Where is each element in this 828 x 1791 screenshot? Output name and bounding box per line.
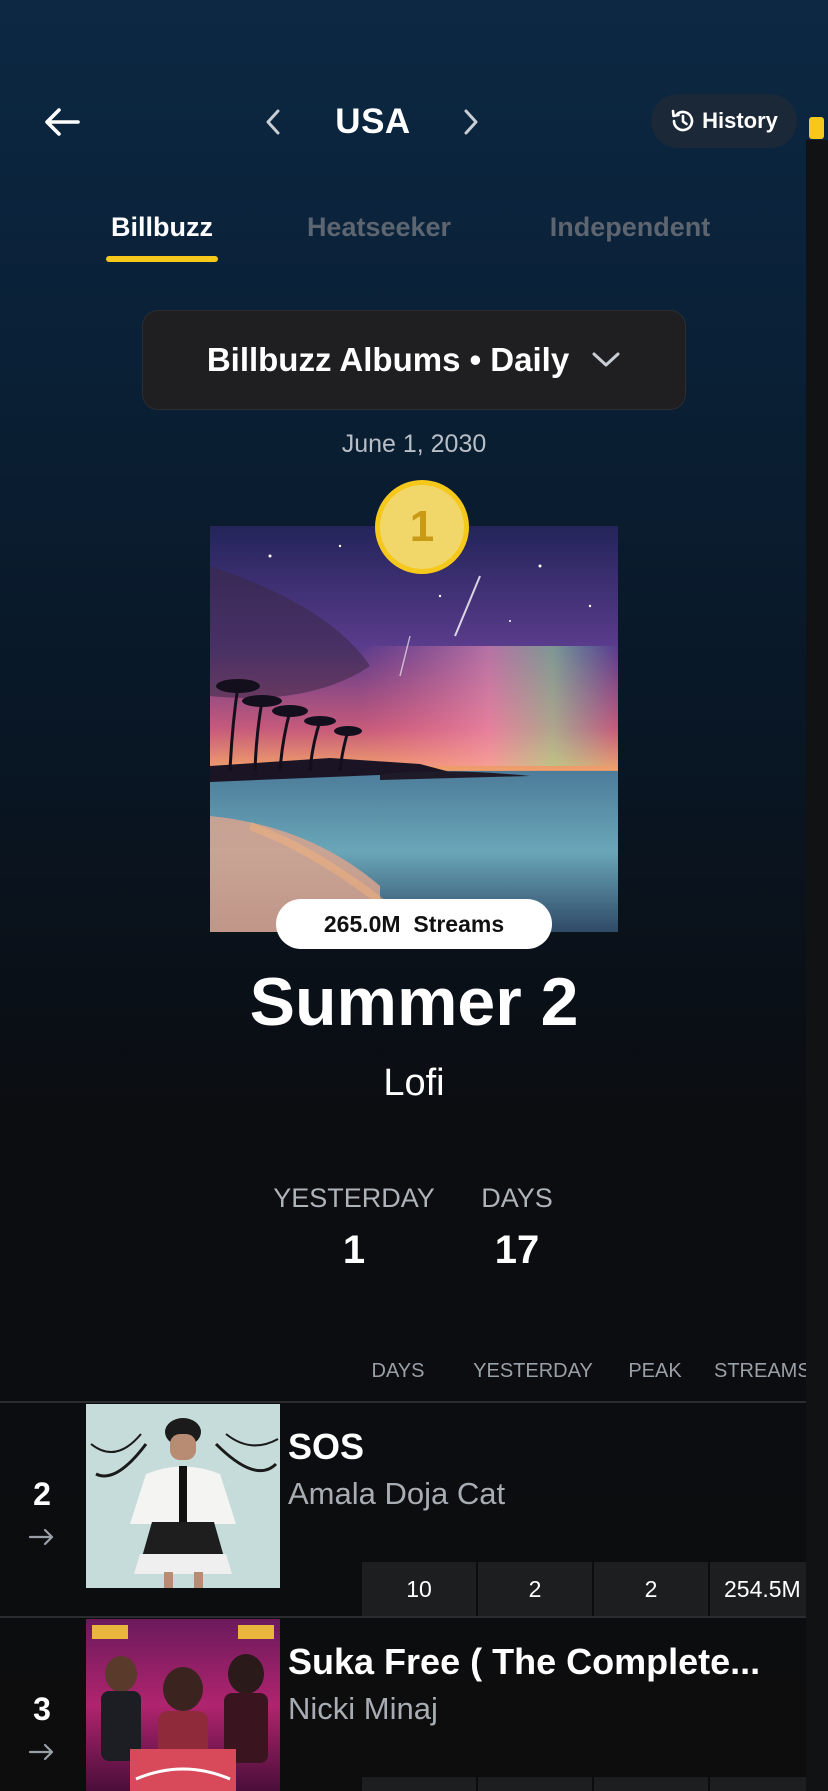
row-artwork[interactable] (86, 1404, 280, 1588)
back-button[interactable] (36, 98, 88, 146)
chevron-down-icon (592, 352, 620, 367)
chevron-right-icon (464, 109, 478, 135)
tab-independent[interactable]: Independent (532, 207, 728, 247)
row-days-cell (362, 1777, 476, 1791)
yesterday-label: YESTERDAY (273, 1183, 435, 1213)
history-label: History (702, 108, 778, 133)
row-rank: 2 (33, 1476, 51, 1512)
row-artist: Amala Doja Cat (288, 1476, 506, 1511)
chevron-left-icon (266, 109, 280, 135)
tab-heatseeker[interactable]: Heatseeker (292, 207, 466, 247)
history-button[interactable]: History (651, 94, 797, 148)
scrollbar-thumb[interactable] (809, 117, 824, 139)
row-title: SOS (288, 1426, 365, 1467)
album-title[interactable]: Summer 2 (0, 960, 828, 1044)
days-value: 17 (494, 1228, 540, 1272)
chart-date: June 1, 2030 (341, 430, 487, 458)
row-artist: Nicki Minaj (288, 1691, 438, 1726)
album-artwork[interactable] (210, 526, 618, 932)
album-artist[interactable]: Lofi (0, 1058, 828, 1108)
row-artwork[interactable] (86, 1619, 280, 1791)
row-peak-cell: 2 (594, 1562, 708, 1616)
yesterday-value: 1 (342, 1228, 366, 1272)
tab-billbuzz[interactable]: Billbuzz (104, 207, 220, 247)
row-streams-cell (710, 1777, 806, 1791)
row-yesterday-cell (478, 1777, 592, 1791)
chart-type-dropdown[interactable]: Billbuzz Albums • Daily (142, 310, 686, 410)
move-arrow-icon (28, 1743, 54, 1761)
column-header-days: DAYS (371, 1360, 425, 1382)
history-clock-icon (671, 109, 694, 132)
previous-country-button[interactable] (258, 102, 288, 142)
row-yesterday-cell: 2 (478, 1562, 592, 1616)
row-rank: 3 (33, 1691, 51, 1727)
next-country-button[interactable] (456, 102, 486, 142)
streams-pill: 265.0M Streams (276, 899, 552, 949)
chart-type-label: Billbuzz Albums • Daily (206, 341, 570, 378)
active-tab-indicator (106, 256, 218, 262)
rank-badge: 1 (375, 480, 469, 574)
streams-value: 265.0M (323, 910, 401, 937)
column-header-streams: STREAMS (714, 1360, 806, 1382)
country-title: USA (335, 102, 411, 141)
streams-unit: Streams (413, 910, 505, 937)
days-label: DAYS (481, 1183, 553, 1213)
row-peak-cell (594, 1777, 708, 1791)
artwork-image (210, 526, 618, 932)
move-arrow-icon (28, 1528, 54, 1546)
row-title: Suka Free ( The Complete... (288, 1641, 761, 1682)
back-arrow-icon (45, 108, 80, 136)
column-header-peak: PEAK (628, 1360, 682, 1382)
row-streams-cell: 254.5M (710, 1562, 806, 1616)
column-header-yesterday: YESTERDAY (473, 1360, 593, 1382)
row-days-cell: 10 (362, 1562, 476, 1616)
